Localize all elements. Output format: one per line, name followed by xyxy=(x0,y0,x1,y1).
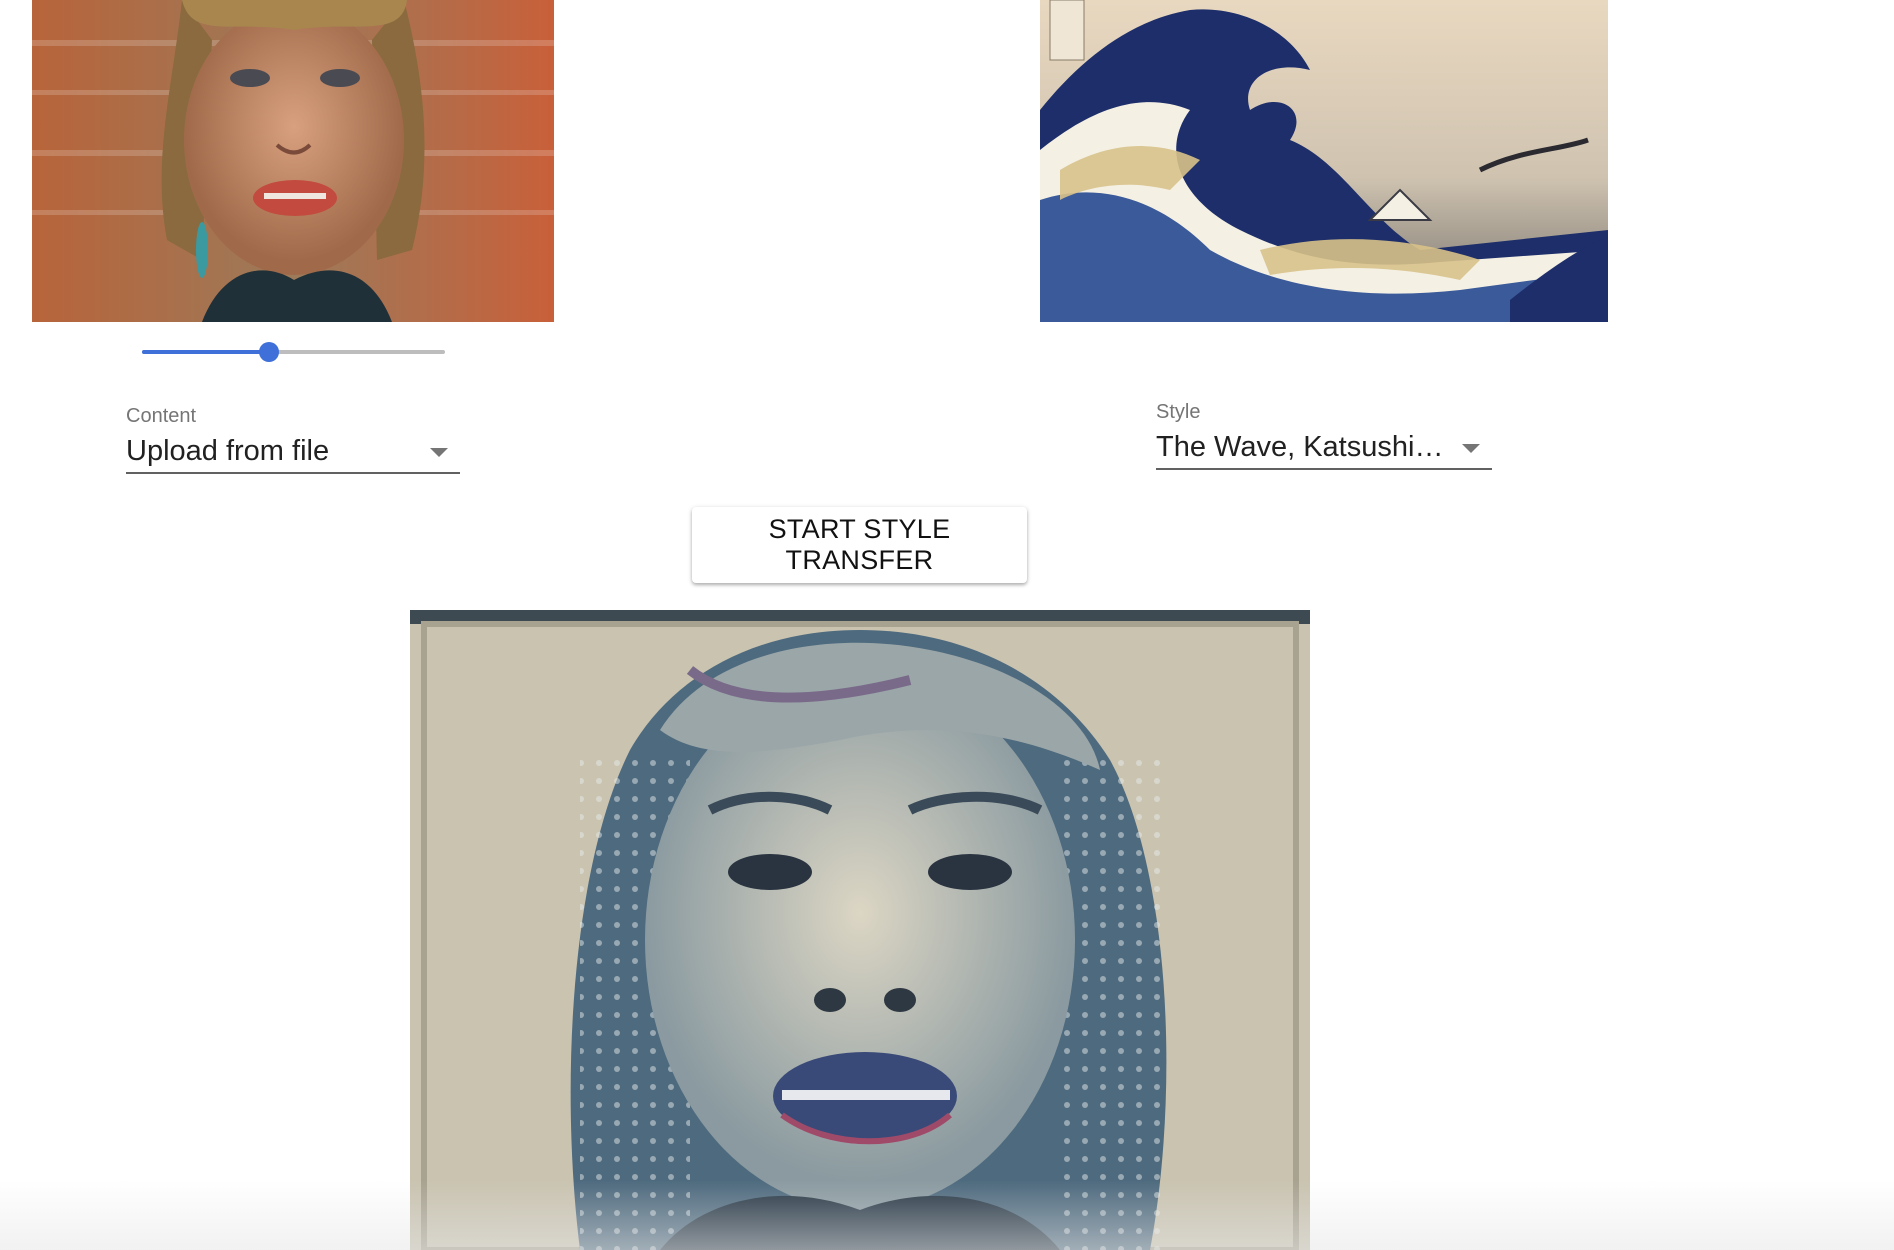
style-select[interactable]: The Wave, Katsushik… xyxy=(1156,424,1492,470)
content-select-field: Content Upload from file xyxy=(126,404,460,474)
chevron-down-icon[interactable] xyxy=(1462,444,1480,453)
start-style-transfer-button[interactable]: START STYLE TRANSFER xyxy=(692,507,1027,583)
style-image xyxy=(1040,0,1608,322)
style-select-field: Style The Wave, Katsushik… xyxy=(1156,400,1492,470)
content-size-slider[interactable] xyxy=(142,340,445,364)
content-select-value: Upload from file xyxy=(126,435,330,467)
slider-fill xyxy=(142,350,270,354)
content-select[interactable]: Upload from file xyxy=(126,428,460,474)
style-select-value: The Wave, Katsushik… xyxy=(1156,431,1448,463)
result-image xyxy=(410,610,1310,1250)
content-image xyxy=(32,0,554,322)
style-select-label: Style xyxy=(1156,401,1201,423)
content-select-label: Content xyxy=(126,405,197,427)
slider-thumb[interactable] xyxy=(259,342,280,362)
style-transfer-page: Content Upload from file Style The Wave,… xyxy=(0,0,1894,1250)
chevron-down-icon[interactable] xyxy=(430,448,448,457)
